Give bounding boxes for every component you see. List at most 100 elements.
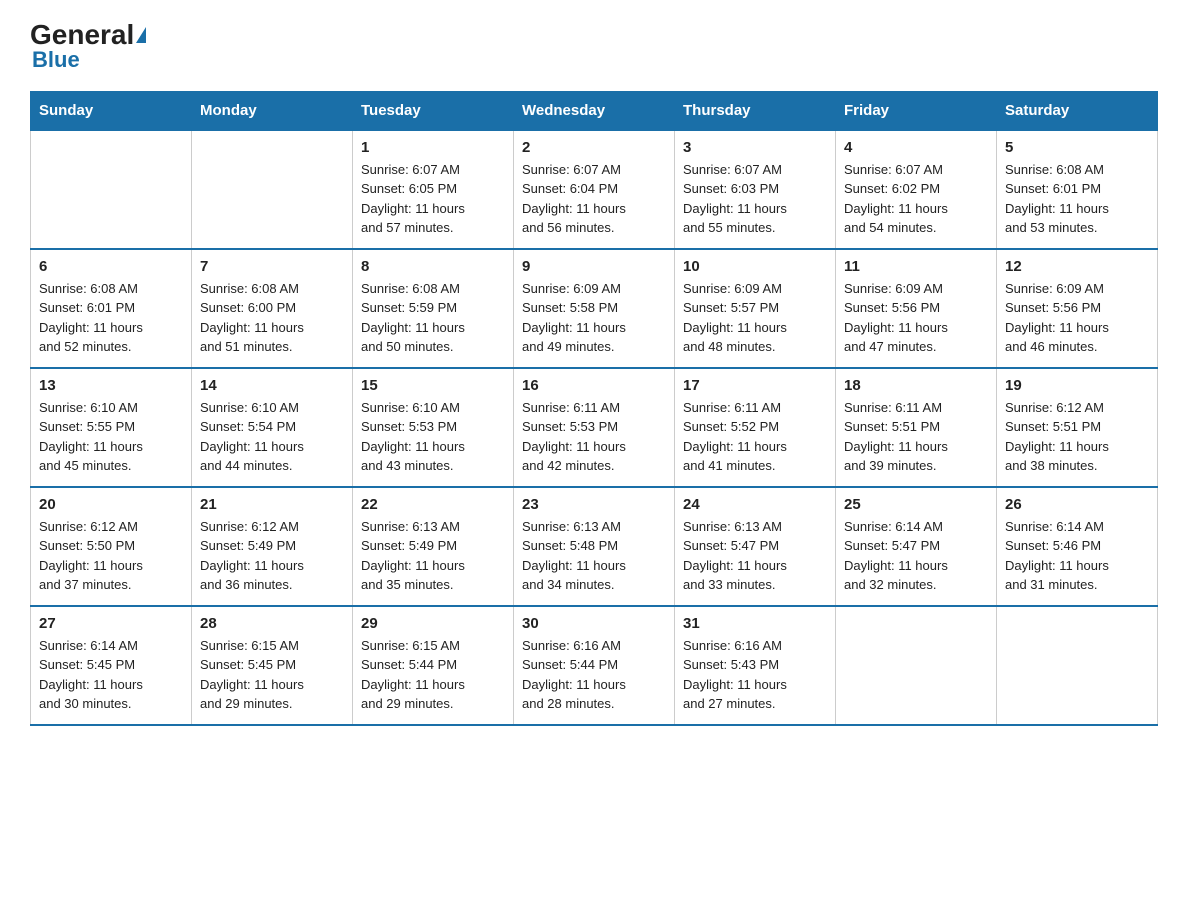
calendar-empty-cell bbox=[836, 606, 997, 725]
day-number: 27 bbox=[39, 615, 183, 632]
calendar-header-sunday: Sunday bbox=[31, 91, 192, 130]
day-info: Sunrise: 6:15 AM Sunset: 5:44 PM Dayligh… bbox=[361, 636, 505, 714]
day-info: Sunrise: 6:08 AM Sunset: 6:01 PM Dayligh… bbox=[39, 279, 183, 357]
calendar-day-30: 30 Sunrise: 6:16 AM Sunset: 5:44 PM Dayli… bbox=[514, 606, 675, 725]
calendar-table: SundayMondayTuesdayWednesdayThursdayFrid… bbox=[30, 91, 1158, 726]
calendar-day-5: 5 Sunrise: 6:08 AM Sunset: 6:01 PM Daylig… bbox=[997, 130, 1158, 249]
calendar-header-tuesday: Tuesday bbox=[353, 91, 514, 130]
calendar-day-20: 20 Sunrise: 6:12 AM Sunset: 5:50 PM Dayli… bbox=[31, 487, 192, 606]
day-number: 16 bbox=[522, 377, 666, 394]
day-number: 20 bbox=[39, 496, 183, 513]
calendar-day-31: 31 Sunrise: 6:16 AM Sunset: 5:43 PM Dayli… bbox=[675, 606, 836, 725]
calendar-header-monday: Monday bbox=[192, 91, 353, 130]
calendar-day-6: 6Sunrise: 6:08 AM Sunset: 6:01 PM Daylig… bbox=[31, 249, 192, 368]
day-number: 9 bbox=[522, 258, 666, 275]
day-number: 13 bbox=[39, 377, 183, 394]
day-info: Sunrise: 6:13 AM Sunset: 5:48 PM Dayligh… bbox=[522, 517, 666, 595]
day-number: 29 bbox=[361, 615, 505, 632]
day-number: 7 bbox=[200, 258, 344, 275]
day-info: Sunrise: 6:07 AM Sunset: 6:02 PM Dayligh… bbox=[844, 160, 988, 238]
calendar-day-15: 15 Sunrise: 6:10 AM Sunset: 5:53 PM Dayli… bbox=[353, 368, 514, 487]
day-info: Sunrise: 6:09 AM Sunset: 5:56 PM Dayligh… bbox=[844, 279, 988, 357]
calendar-week-row: 6Sunrise: 6:08 AM Sunset: 6:01 PM Daylig… bbox=[31, 249, 1158, 368]
calendar-day-28: 28 Sunrise: 6:15 AM Sunset: 5:45 PM Dayli… bbox=[192, 606, 353, 725]
logo: General Blue bbox=[30, 20, 146, 73]
day-number: 3 bbox=[683, 139, 827, 156]
calendar-empty-cell bbox=[997, 606, 1158, 725]
calendar-day-9: 9 Sunrise: 6:09 AM Sunset: 5:58 PM Daylig… bbox=[514, 249, 675, 368]
calendar-week-row: 1 Sunrise: 6:07 AM Sunset: 6:05 PM Daylig… bbox=[31, 130, 1158, 249]
calendar-header-wednesday: Wednesday bbox=[514, 91, 675, 130]
day-info: Sunrise: 6:14 AM Sunset: 5:47 PM Dayligh… bbox=[844, 517, 988, 595]
day-info: Sunrise: 6:16 AM Sunset: 5:44 PM Dayligh… bbox=[522, 636, 666, 714]
logo-general: General bbox=[30, 19, 134, 50]
day-info: Sunrise: 6:10 AM Sunset: 5:54 PM Dayligh… bbox=[200, 398, 344, 476]
day-number: 8 bbox=[361, 258, 505, 275]
day-number: 30 bbox=[522, 615, 666, 632]
day-number: 31 bbox=[683, 615, 827, 632]
day-info: Sunrise: 6:09 AM Sunset: 5:58 PM Dayligh… bbox=[522, 279, 666, 357]
day-number: 21 bbox=[200, 496, 344, 513]
calendar-day-12: 12 Sunrise: 6:09 AM Sunset: 5:56 PM Dayli… bbox=[997, 249, 1158, 368]
calendar-day-26: 26Sunrise: 6:14 AM Sunset: 5:46 PM Dayli… bbox=[997, 487, 1158, 606]
day-info: Sunrise: 6:08 AM Sunset: 6:00 PM Dayligh… bbox=[200, 279, 344, 357]
day-number: 17 bbox=[683, 377, 827, 394]
day-info: Sunrise: 6:11 AM Sunset: 5:53 PM Dayligh… bbox=[522, 398, 666, 476]
calendar-day-4: 4 Sunrise: 6:07 AM Sunset: 6:02 PM Daylig… bbox=[836, 130, 997, 249]
calendar-week-row: 27Sunrise: 6:14 AM Sunset: 5:45 PM Dayli… bbox=[31, 606, 1158, 725]
calendar-day-16: 16 Sunrise: 6:11 AM Sunset: 5:53 PM Dayli… bbox=[514, 368, 675, 487]
calendar-header-thursday: Thursday bbox=[675, 91, 836, 130]
calendar-day-3: 3 Sunrise: 6:07 AM Sunset: 6:03 PM Daylig… bbox=[675, 130, 836, 249]
day-number: 12 bbox=[1005, 258, 1149, 275]
day-number: 25 bbox=[844, 496, 988, 513]
day-number: 23 bbox=[522, 496, 666, 513]
day-number: 28 bbox=[200, 615, 344, 632]
calendar-day-22: 22 Sunrise: 6:13 AM Sunset: 5:49 PM Dayli… bbox=[353, 487, 514, 606]
day-number: 1 bbox=[361, 139, 505, 156]
calendar-day-24: 24Sunrise: 6:13 AM Sunset: 5:47 PM Dayli… bbox=[675, 487, 836, 606]
day-number: 15 bbox=[361, 377, 505, 394]
day-info: Sunrise: 6:08 AM Sunset: 6:01 PM Dayligh… bbox=[1005, 160, 1149, 238]
calendar-day-13: 13 Sunrise: 6:10 AM Sunset: 5:55 PM Dayli… bbox=[31, 368, 192, 487]
day-number: 10 bbox=[683, 258, 827, 275]
calendar-day-29: 29 Sunrise: 6:15 AM Sunset: 5:44 PM Dayli… bbox=[353, 606, 514, 725]
day-info: Sunrise: 6:07 AM Sunset: 6:03 PM Dayligh… bbox=[683, 160, 827, 238]
day-info: Sunrise: 6:08 AM Sunset: 5:59 PM Dayligh… bbox=[361, 279, 505, 357]
day-info: Sunrise: 6:11 AM Sunset: 5:52 PM Dayligh… bbox=[683, 398, 827, 476]
day-number: 11 bbox=[844, 258, 988, 275]
calendar-empty-cell bbox=[31, 130, 192, 249]
day-number: 14 bbox=[200, 377, 344, 394]
calendar-week-row: 20 Sunrise: 6:12 AM Sunset: 5:50 PM Dayli… bbox=[31, 487, 1158, 606]
calendar-day-27: 27Sunrise: 6:14 AM Sunset: 5:45 PM Dayli… bbox=[31, 606, 192, 725]
day-number: 19 bbox=[1005, 377, 1149, 394]
calendar-header-friday: Friday bbox=[836, 91, 997, 130]
calendar-day-17: 17 Sunrise: 6:11 AM Sunset: 5:52 PM Dayli… bbox=[675, 368, 836, 487]
calendar-day-25: 25 Sunrise: 6:14 AM Sunset: 5:47 PM Dayli… bbox=[836, 487, 997, 606]
calendar-week-row: 13 Sunrise: 6:10 AM Sunset: 5:55 PM Dayli… bbox=[31, 368, 1158, 487]
day-info: Sunrise: 6:13 AM Sunset: 5:49 PM Dayligh… bbox=[361, 517, 505, 595]
calendar-day-11: 11 Sunrise: 6:09 AM Sunset: 5:56 PM Dayli… bbox=[836, 249, 997, 368]
day-info: Sunrise: 6:07 AM Sunset: 6:04 PM Dayligh… bbox=[522, 160, 666, 238]
logo-blue: Blue bbox=[32, 47, 80, 73]
day-number: 24 bbox=[683, 496, 827, 513]
header: General Blue bbox=[30, 20, 1158, 73]
day-number: 18 bbox=[844, 377, 988, 394]
day-info: Sunrise: 6:10 AM Sunset: 5:53 PM Dayligh… bbox=[361, 398, 505, 476]
calendar-day-1: 1 Sunrise: 6:07 AM Sunset: 6:05 PM Daylig… bbox=[353, 130, 514, 249]
day-info: Sunrise: 6:12 AM Sunset: 5:50 PM Dayligh… bbox=[39, 517, 183, 595]
day-number: 26 bbox=[1005, 496, 1149, 513]
day-number: 22 bbox=[361, 496, 505, 513]
day-info: Sunrise: 6:16 AM Sunset: 5:43 PM Dayligh… bbox=[683, 636, 827, 714]
calendar-day-21: 21Sunrise: 6:12 AM Sunset: 5:49 PM Dayli… bbox=[192, 487, 353, 606]
day-info: Sunrise: 6:09 AM Sunset: 5:57 PM Dayligh… bbox=[683, 279, 827, 357]
day-number: 5 bbox=[1005, 139, 1149, 156]
day-info: Sunrise: 6:11 AM Sunset: 5:51 PM Dayligh… bbox=[844, 398, 988, 476]
day-info: Sunrise: 6:15 AM Sunset: 5:45 PM Dayligh… bbox=[200, 636, 344, 714]
day-info: Sunrise: 6:07 AM Sunset: 6:05 PM Dayligh… bbox=[361, 160, 505, 238]
calendar-day-14: 14 Sunrise: 6:10 AM Sunset: 5:54 PM Dayli… bbox=[192, 368, 353, 487]
calendar-day-8: 8 Sunrise: 6:08 AM Sunset: 5:59 PM Daylig… bbox=[353, 249, 514, 368]
day-number: 4 bbox=[844, 139, 988, 156]
day-info: Sunrise: 6:09 AM Sunset: 5:56 PM Dayligh… bbox=[1005, 279, 1149, 357]
calendar-empty-cell bbox=[192, 130, 353, 249]
day-info: Sunrise: 6:10 AM Sunset: 5:55 PM Dayligh… bbox=[39, 398, 183, 476]
